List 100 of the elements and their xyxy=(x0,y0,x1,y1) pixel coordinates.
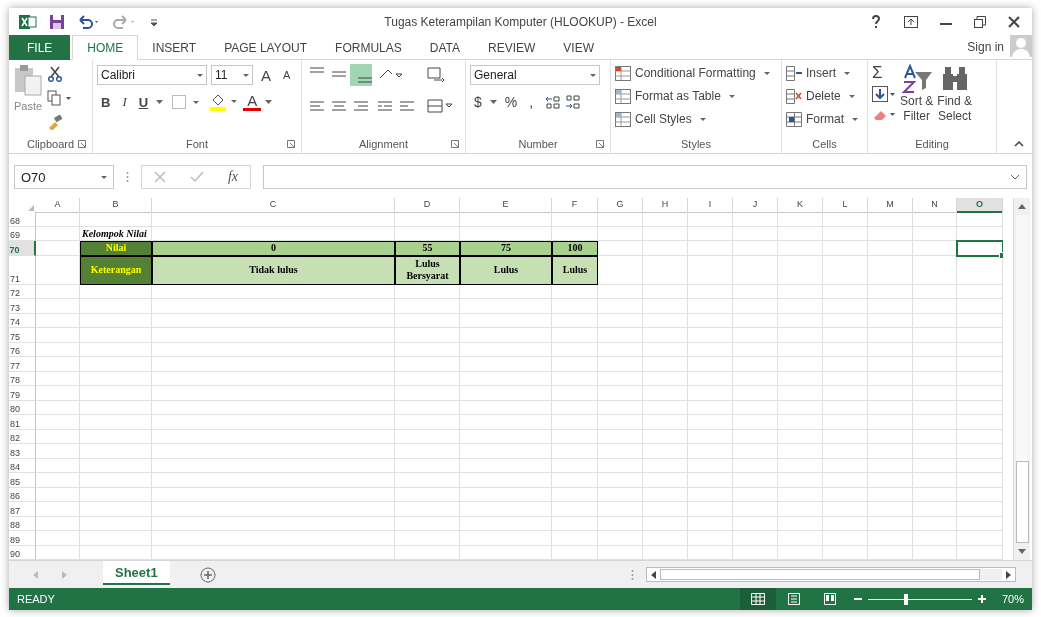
row-header[interactable]: 89 xyxy=(9,531,36,546)
expand-icon[interactable] xyxy=(1010,174,1020,180)
window-title: Tugas Keterampilan Komputer (HLOOKUP) - Excel xyxy=(383,14,658,29)
currency-button[interactable]: $ xyxy=(470,94,486,110)
dropdown-arrow-icon[interactable] xyxy=(156,100,164,104)
cut-icon[interactable] xyxy=(47,66,63,82)
save-icon[interactable] xyxy=(49,13,65,30)
dialog-launcher-icon[interactable] xyxy=(451,140,459,148)
help-icon[interactable] xyxy=(870,14,882,29)
grid-icon xyxy=(750,593,765,605)
scroll-up-icon[interactable] xyxy=(1018,204,1026,209)
sheet-tab[interactable]: Sheet1 xyxy=(103,561,170,585)
comma-button[interactable]: , xyxy=(525,94,538,110)
number-format-field[interactable]: General xyxy=(470,65,600,85)
selected-cell[interactable] xyxy=(956,240,1003,257)
restore-icon[interactable] xyxy=(974,15,986,28)
decrease-decimal-icon[interactable] xyxy=(565,94,582,110)
group-label: Styles xyxy=(681,138,711,150)
font-name-field[interactable]: Calibri xyxy=(97,65,207,85)
row-header[interactable]: 85 xyxy=(9,473,36,488)
page-icon xyxy=(787,593,800,605)
row-header[interactable]: 81 xyxy=(9,415,36,430)
zoom-level[interactable]: 70% xyxy=(1001,593,1024,605)
table-cell-text: Kelompok Nilai xyxy=(81,226,148,241)
underline-button[interactable]: U xyxy=(134,94,153,110)
row-header[interactable]: 87 xyxy=(9,502,36,517)
fill-color-icon[interactable] xyxy=(209,93,240,111)
ribbon-display-icon[interactable] xyxy=(904,15,918,28)
undo-icon[interactable] xyxy=(77,13,101,30)
styles-menu-button[interactable]: Format as Table xyxy=(615,87,777,105)
scroll-thumb[interactable] xyxy=(1015,461,1029,543)
excel-logo-icon[interactable] xyxy=(19,13,37,30)
cells-menu-button[interactable]: Format xyxy=(786,110,863,128)
paste-button[interactable]: Paste xyxy=(13,64,43,135)
copy-icon[interactable] xyxy=(47,90,73,106)
row-header[interactable]: 79 xyxy=(9,386,36,401)
insert-function-button[interactable]: fx xyxy=(227,169,238,185)
sort-filter-button[interactable]: Sort & Filter xyxy=(900,64,934,135)
styles-menu-button[interactable]: Conditional Formatting xyxy=(615,64,777,82)
cells-icon xyxy=(786,111,802,127)
ribbon-tab[interactable]: HOME xyxy=(72,35,139,60)
table-cell: Keterangan xyxy=(80,255,152,285)
add-sheet-icon[interactable] xyxy=(199,566,216,583)
dropdown-arrow-icon[interactable] xyxy=(489,100,497,104)
row-header[interactable]: 73 xyxy=(9,299,36,314)
styles-menu-button[interactable]: Cell Styles xyxy=(615,110,777,128)
group-label: Alignment xyxy=(359,138,408,150)
zoom-in-icon[interactable] xyxy=(977,595,986,603)
font-size-field[interactable]: 11 xyxy=(211,65,253,85)
shrink-font-button[interactable]: A xyxy=(279,69,295,81)
group-label: Editing xyxy=(915,138,949,150)
row-header[interactable]: 68 xyxy=(9,212,36,227)
fill-icon[interactable] xyxy=(872,86,896,102)
ribbon-tab[interactable]: REVIEW xyxy=(474,35,550,60)
font-color-button[interactable]: A xyxy=(243,93,262,111)
row-header[interactable]: 77 xyxy=(9,357,36,372)
dialog-launcher-icon[interactable] xyxy=(287,140,295,148)
ribbon-tab[interactable]: DATA xyxy=(415,35,474,60)
percent-button[interactable]: % xyxy=(500,94,522,110)
sign-in-link[interactable]: Sign in xyxy=(967,40,1004,54)
increase-decimal-icon[interactable] xyxy=(545,94,562,110)
collapse-ribbon-icon[interactable] xyxy=(1014,141,1024,147)
table-style-icon xyxy=(615,65,631,81)
row-header[interactable]: 71 xyxy=(9,255,36,285)
more-icon[interactable] xyxy=(126,171,129,183)
find-select-button[interactable]: Find & Select xyxy=(937,64,973,135)
scroll-left-icon[interactable] xyxy=(651,570,656,579)
formula-input[interactable] xyxy=(263,165,1027,189)
italic-button[interactable]: I xyxy=(118,94,131,110)
name-box[interactable]: O70 xyxy=(14,165,114,189)
status-text: READY xyxy=(17,593,55,605)
zoom-out-icon[interactable] xyxy=(853,595,862,603)
row-header[interactable]: 83 xyxy=(9,444,36,459)
table-style-icon xyxy=(615,111,631,127)
dropdown-arrow-icon[interactable] xyxy=(265,100,273,104)
row-header[interactable]: 70 xyxy=(9,241,36,256)
table-cell: Lulus xyxy=(552,255,598,285)
close-icon[interactable] xyxy=(1008,15,1020,28)
ribbon-tab[interactable]: PAGE LAYOUT xyxy=(210,35,322,60)
ribbon-tab[interactable]: INSERT xyxy=(138,35,211,60)
row-header[interactable]: 75 xyxy=(9,328,36,343)
normal-view-button[interactable] xyxy=(739,588,776,610)
ribbon-tab[interactable]: FILE xyxy=(9,35,71,60)
autosum-button[interactable]: Σ xyxy=(872,64,883,82)
dialog-launcher-icon[interactable] xyxy=(78,140,86,148)
grow-font-button[interactable]: A xyxy=(257,66,275,84)
cells-menu-button[interactable]: Delete xyxy=(786,87,863,105)
vertical-scrollbar[interactable] xyxy=(1013,198,1030,560)
table-cell: Nilai xyxy=(80,241,152,256)
bold-button[interactable]: B xyxy=(97,94,115,110)
horizontal-scrollbar[interactable] xyxy=(646,567,1016,582)
scroll-right-icon[interactable] xyxy=(1006,570,1011,579)
scroll-down-icon[interactable] xyxy=(1018,549,1026,554)
group-label: Clipboard xyxy=(26,138,75,150)
format-painter-icon[interactable] xyxy=(47,114,63,130)
ribbon-tab[interactable]: VIEW xyxy=(549,35,608,60)
ribbon-tab[interactable]: FORMULAS xyxy=(321,35,416,60)
cells-menu-button[interactable]: Insert xyxy=(786,64,863,82)
zoom-thumb[interactable] xyxy=(904,593,909,605)
dialog-launcher-icon[interactable] xyxy=(596,140,604,148)
